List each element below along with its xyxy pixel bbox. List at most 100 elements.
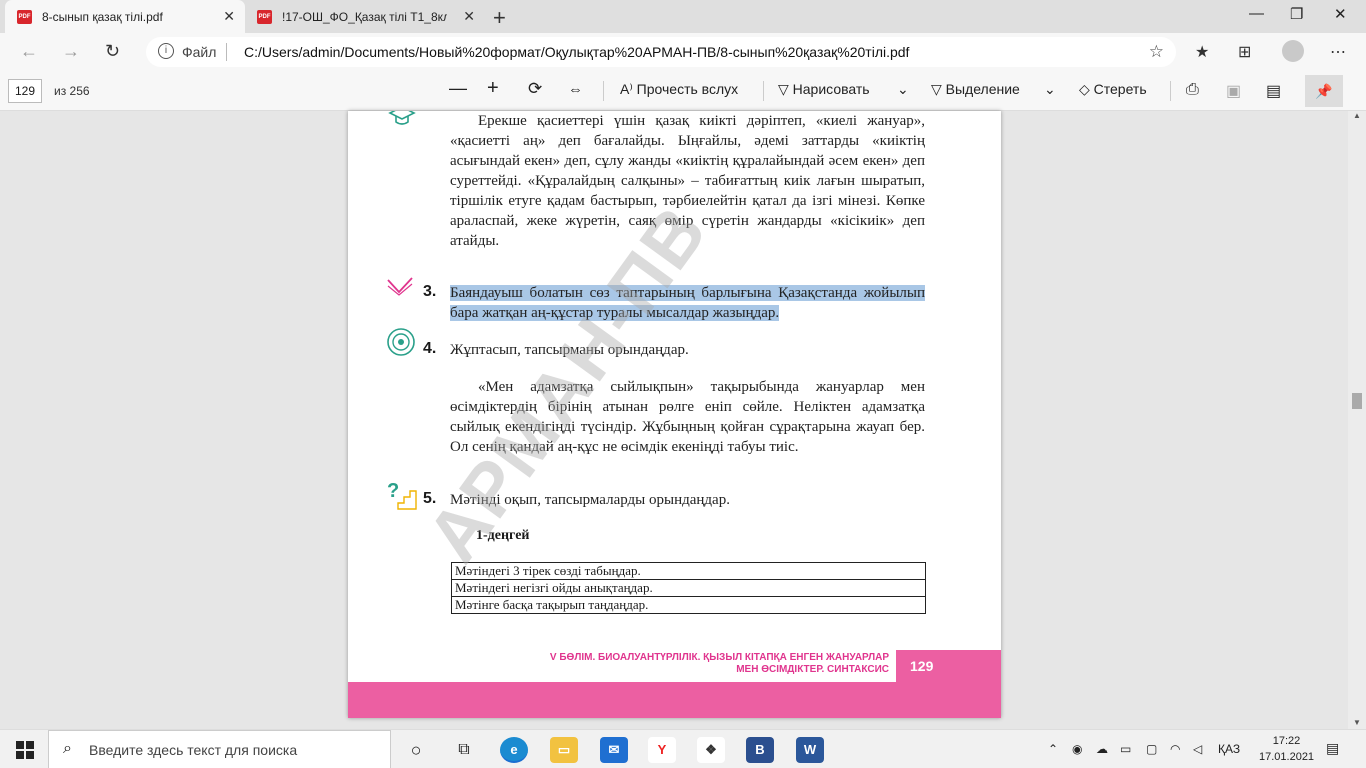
close-tab-icon[interactable]: ✕ — [463, 8, 475, 25]
cortana-icon[interactable]: ○ — [402, 737, 430, 763]
question-stairs-icon: ? — [387, 480, 417, 510]
table-row: Мәтіндегі 3 тірек сөзді табыңдар. — [451, 562, 926, 580]
close-tab-icon[interactable]: ✕ — [223, 8, 235, 25]
footer-line: МЕН ӨСІМДІКТЕР. СИНТАКСИС — [736, 664, 889, 675]
search-icon: ⌕ — [63, 740, 72, 757]
address-bar-row: ← → ↻ i Файл C:/Users/admin/Documents/Но… — [0, 33, 1366, 71]
notifications-icon[interactable]: ▤ — [1326, 740, 1339, 757]
table-cell: Мәтінге басқа тақырып таңдаңдар. — [451, 596, 926, 614]
minimize-icon[interactable]: — — [1249, 5, 1264, 22]
highlight-dropdown-chevron-icon[interactable]: ⌄ — [1044, 81, 1056, 98]
pen-icon: ▽ — [778, 81, 793, 97]
footer-line: V БӨЛІМ. БИОАЛУАНТҮРЛІЛІК. ҚЫЗЫЛ КІТАПҚА… — [549, 652, 889, 663]
window-close-icon[interactable]: ✕ — [1334, 5, 1347, 23]
page-number-input[interactable]: 129 — [8, 79, 42, 103]
fit-page-icon[interactable]: ⇔ — [568, 81, 583, 98]
erase-label: Стереть — [1093, 81, 1147, 97]
taskbar-search[interactable]: ⌕ Введите здесь текст для поиска — [48, 730, 391, 768]
target-icon — [387, 328, 415, 356]
address-field[interactable]: i Файл C:/Users/admin/Documents/Новый%20… — [146, 37, 1176, 67]
eraser-icon: ◇ — [1079, 81, 1094, 97]
yandex-icon[interactable]: Y — [648, 737, 676, 763]
table-cell: Мәтіндегі 3 тірек сөзді табыңдар. — [451, 562, 926, 580]
url-text[interactable]: C:/Users/admin/Documents/Новый%20формат/… — [244, 44, 909, 60]
draw-dropdown-chevron-icon[interactable]: ⌄ — [897, 81, 909, 98]
task-4-body: «Мен адамзатқа сыйлықпын» тақырыбында жа… — [450, 379, 925, 455]
search-placeholder: Введите здесь текст для поиска — [89, 742, 298, 758]
wifi-icon[interactable]: ◠ — [1170, 742, 1180, 756]
language-indicator[interactable]: ҚАЗ — [1218, 742, 1240, 756]
tab-active[interactable]: PDF 8-сынып қазақ тілі.pdf ✕ — [5, 0, 245, 33]
highlight-button[interactable]: ▽ Выделение — [931, 81, 1020, 98]
onedrive-icon[interactable]: ☁ — [1096, 742, 1108, 756]
file-explorer-icon[interactable]: ▭ — [550, 737, 578, 763]
pdf-viewer[interactable]: Ерекше қасиеттері үшін қазақ киікті дәрі… — [0, 111, 1366, 729]
intro-paragraph: Ерекше қасиеттері үшін қазақ киікті дәрі… — [450, 113, 925, 249]
restore-icon[interactable]: ❐ — [1290, 5, 1303, 23]
task-number: 5. — [423, 490, 437, 507]
new-tab-button[interactable]: + — [493, 5, 506, 31]
tray-chevron-icon[interactable]: ⌃ — [1048, 742, 1058, 756]
tray-app-icon[interactable]: ◉ — [1072, 742, 1082, 756]
title-bar: PDF 8-сынып қазақ тілі.pdf ✕ PDF !17-ОШ_… — [0, 0, 1366, 33]
zoom-in-icon[interactable]: + — [487, 77, 499, 100]
word-icon[interactable]: W — [796, 737, 824, 763]
zoom-out-icon[interactable]: — — [449, 78, 467, 99]
app-b-icon[interactable]: B — [746, 737, 774, 763]
task-5-text: Мәтінді оқып, тапсырмаларды орындаңдар. — [450, 492, 730, 508]
more-menu-icon[interactable]: ⋯ — [1330, 42, 1346, 62]
edge-icon[interactable]: e — [500, 737, 528, 763]
pdf-icon: PDF — [257, 9, 272, 24]
scroll-down-icon[interactable]: ▼ — [1353, 718, 1361, 727]
scroll-up-icon[interactable]: ▲ — [1353, 111, 1361, 120]
system-clock[interactable]: 17:22 17.01.2021 — [1259, 733, 1314, 765]
dropbox-icon[interactable]: ❖ — [697, 737, 725, 763]
monitor-icon[interactable]: ▢ — [1146, 742, 1157, 756]
mail-icon[interactable]: ✉ — [600, 737, 628, 763]
page-total: из 256 — [54, 84, 90, 98]
windows-start-icon[interactable] — [16, 741, 34, 759]
read-aloud-button[interactable]: A⁾ Прочесть вслух — [620, 81, 738, 98]
highlighter-icon: ▽ — [931, 81, 946, 97]
forward-icon[interactable]: → — [62, 41, 80, 62]
erase-button[interactable]: ◇ Стереть — [1079, 81, 1147, 98]
read-aloud-label: Прочесть вслух — [636, 81, 739, 97]
task-table: Мәтіндегі 3 тірек сөзді табыңдар. Мәтінд… — [451, 562, 926, 614]
clock-date: 17.01.2021 — [1259, 751, 1315, 763]
favorite-star-icon[interactable]: ☆ — [1149, 42, 1164, 62]
volume-icon[interactable]: ◁ — [1193, 742, 1202, 756]
clock-time: 17:22 — [1272, 735, 1301, 747]
table-row: Мәтінге басқа тақырып таңдаңдар. — [451, 596, 926, 614]
info-icon[interactable]: i — [158, 43, 174, 59]
tab-title: !17-ОШ_ФО_Қазақ тілі Т1_8кл.pdf — [282, 9, 447, 24]
rotate-icon[interactable]: ⟳ — [528, 79, 542, 99]
scrollbar-thumb[interactable] — [1352, 393, 1362, 409]
task-number: 3. — [423, 283, 437, 300]
save-icon[interactable]: ▣ — [1226, 81, 1241, 101]
profile-avatar[interactable] — [1282, 40, 1304, 62]
vertical-scrollbar[interactable]: ▲ ▼ — [1348, 111, 1366, 729]
pdf-icon: PDF — [17, 9, 32, 24]
table-row: Мәтіндегі негізгі ойды анықтаңдар. — [451, 579, 926, 597]
file-label: Файл — [182, 44, 217, 60]
back-icon[interactable]: ← — [20, 41, 38, 62]
refresh-icon[interactable]: ↻ — [105, 41, 120, 62]
task-view-icon[interactable]: ⧉ — [450, 737, 478, 763]
draw-label: Нарисовать — [792, 81, 870, 97]
taskbar: ⌕ Введите здесь текст для поиска ○ ⧉ e ▭… — [0, 729, 1366, 768]
print-icon[interactable]: ⎙ — [1186, 81, 1199, 99]
pin-toolbar-icon[interactable]: 📌 — [1305, 75, 1343, 107]
tab-inactive[interactable]: PDF !17-ОШ_ФО_Қазақ тілі Т1_8кл.pdf ✕ — [245, 0, 485, 33]
pdf-page: Ерекше қасиеттері үшін қазақ киікті дәрі… — [348, 111, 1001, 718]
save-as-icon[interactable]: ▤ — [1266, 81, 1281, 101]
pencil-check-icon — [387, 277, 413, 296]
favorites-icon[interactable]: ★ — [1195, 42, 1209, 62]
footer-band — [348, 682, 1001, 718]
divider — [226, 43, 227, 61]
graduation-cap-icon — [388, 111, 416, 125]
highlight-label: Выделение — [945, 81, 1020, 97]
level-heading: 1-деңгей — [476, 528, 530, 543]
draw-button[interactable]: ▽ Нарисовать — [778, 81, 870, 98]
battery-icon[interactable]: ▭ — [1120, 742, 1131, 756]
collections-icon[interactable]: ⊞ — [1238, 42, 1251, 62]
